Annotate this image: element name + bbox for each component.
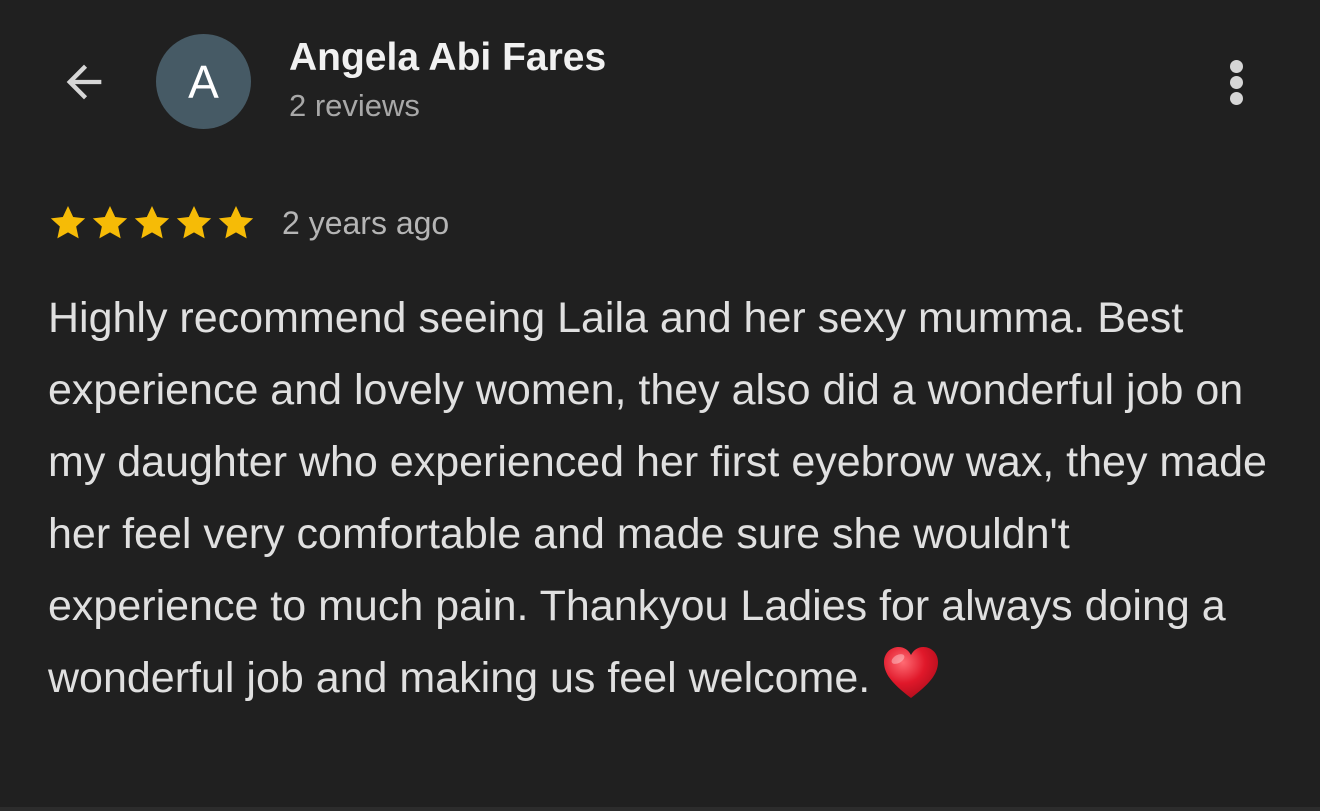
more-options-button[interactable] <box>1208 50 1264 114</box>
review-time: 2 years ago <box>282 204 450 241</box>
star-rating <box>48 203 258 243</box>
star-icon <box>134 206 170 239</box>
red-heart-icon <box>884 647 939 698</box>
back-button[interactable] <box>54 52 114 112</box>
review-count: 2 reviews <box>289 88 420 123</box>
star-icon <box>50 206 86 239</box>
review-body: Highly recommend seeing Laila and her se… <box>48 282 1278 714</box>
more-vert-icon <box>1229 57 1243 108</box>
rating-row: 2 years ago <box>48 200 449 246</box>
star-icon <box>218 206 254 239</box>
review-text: Highly recommend seeing Laila and her se… <box>48 294 1267 702</box>
avatar[interactable]: A <box>156 34 251 129</box>
star-icon <box>176 206 212 239</box>
bottom-divider <box>0 807 1320 811</box>
star-icon <box>92 206 128 239</box>
arrow-left-icon <box>66 64 102 100</box>
reviewer-name[interactable]: Angela Abi Fares <box>289 36 606 80</box>
review-header: A Angela Abi Fares 2 reviews <box>0 0 1320 160</box>
avatar-letter: A <box>188 55 219 108</box>
